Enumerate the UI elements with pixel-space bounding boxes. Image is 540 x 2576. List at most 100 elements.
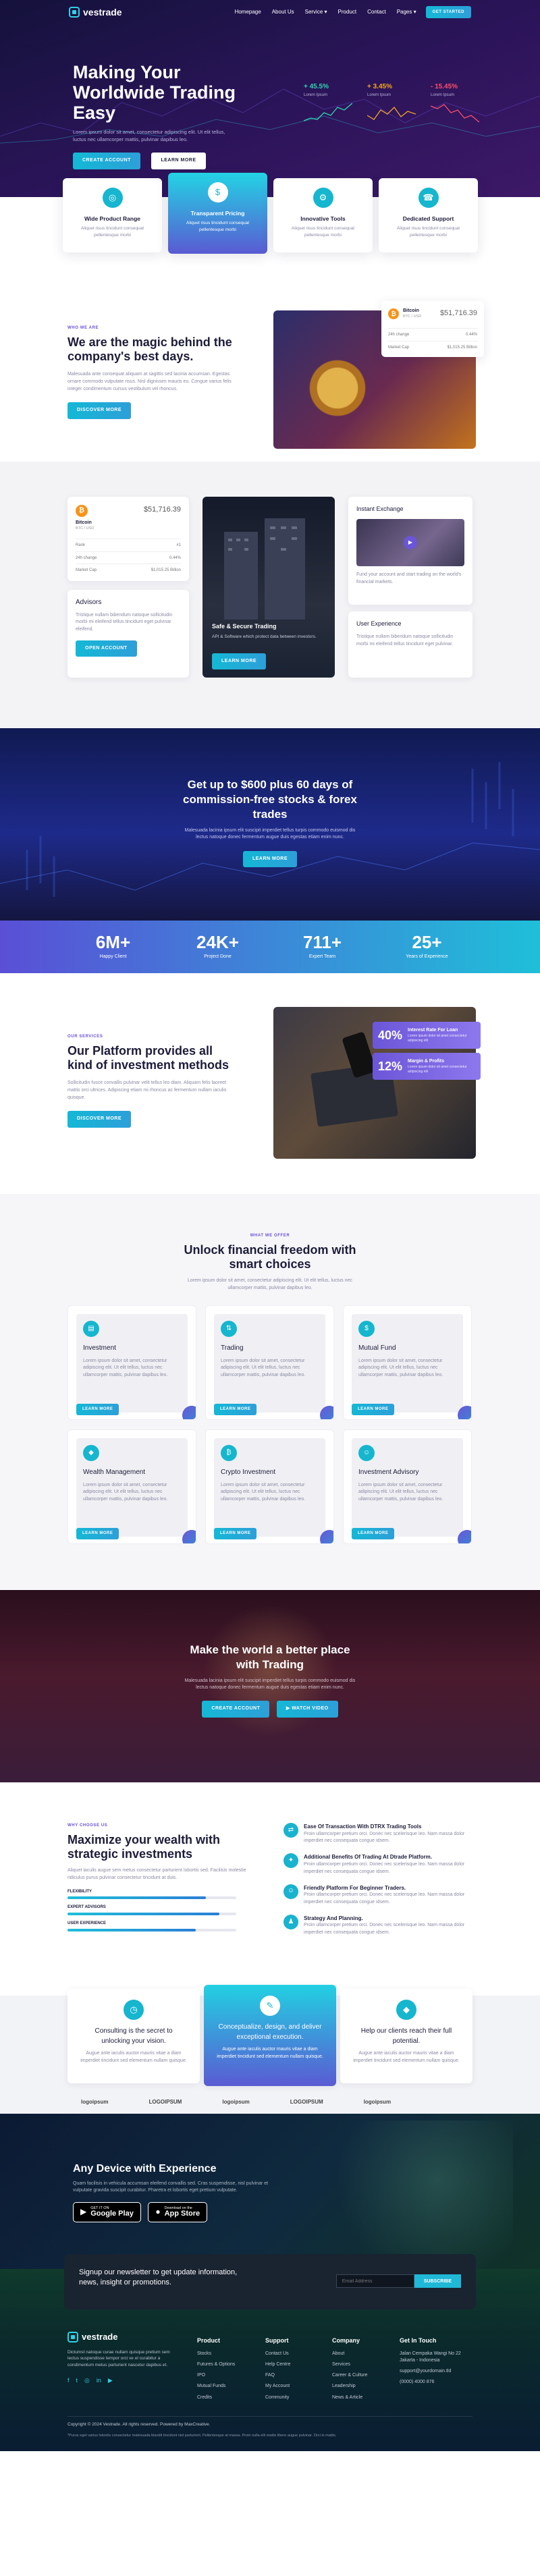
twitter-icon[interactable]: t bbox=[76, 2376, 78, 2385]
google-play-button[interactable]: ▶ GET IT ON Google Play bbox=[73, 2202, 141, 2222]
nav-item-product[interactable]: Product bbox=[338, 8, 357, 16]
footer-link[interactable]: Futures & Options bbox=[197, 2361, 265, 2368]
open-account-button[interactable]: OPEN ACCOUNT bbox=[76, 640, 137, 657]
brand-logo[interactable]: vestrade bbox=[69, 5, 122, 19]
help-card-active[interactable]: ✎ Conceptualize, design, and deliver exce… bbox=[204, 1985, 336, 2086]
nav-item-about[interactable]: About Us bbox=[272, 8, 294, 16]
create-account-button[interactable]: CREATE ACCOUNT bbox=[202, 1701, 270, 1718]
discover-more-button[interactable]: DISCOVER MORE bbox=[68, 402, 132, 419]
benefit-title: Ease Of Transaction With DTRX Trading To… bbox=[304, 1824, 422, 1830]
footer-link[interactable]: FAQ bbox=[265, 2372, 333, 2379]
row-value: 0.44% bbox=[169, 555, 181, 560]
learn-more-button[interactable]: LEARN MORE bbox=[212, 653, 267, 670]
row-value: #1 bbox=[176, 543, 181, 548]
footer-link[interactable]: Credits bbox=[197, 2394, 265, 2401]
row-value: $1,015.25 Billion bbox=[447, 345, 477, 350]
counter-project-done: 24K+ Project Done bbox=[172, 933, 263, 960]
hero-stat: + 3.45% Lorem Ipsum bbox=[367, 82, 416, 130]
bitcoin-coin-graphic bbox=[300, 351, 375, 425]
newsletter-text: Signup our newsletter to get update info… bbox=[79, 2268, 238, 2286]
play-icon[interactable]: ▶ bbox=[404, 536, 417, 550]
wealth-icon: ◆ bbox=[83, 1445, 99, 1461]
instant-exchange-card: Instant Exchange ▶ Fund your account and… bbox=[348, 497, 473, 605]
learn-more-button[interactable]: LEARN MORE bbox=[352, 1528, 395, 1539]
footer-link[interactable]: About bbox=[332, 2351, 400, 2357]
footer-link[interactable]: News & Article bbox=[332, 2394, 400, 2401]
service-card-wealth[interactable]: ◆ Wealth Management Lorem ipsum dolor sit … bbox=[68, 1429, 196, 1544]
help-card[interactable]: ◆ Help our clients reach their full poten… bbox=[340, 1989, 473, 2083]
get-started-button[interactable]: GET STARTED bbox=[425, 5, 471, 19]
trading-icon: ⇅ bbox=[221, 1321, 237, 1337]
nav-item-pages[interactable]: Pages ▾ bbox=[397, 8, 416, 16]
cta-section: Make the world a better place with Tradi… bbox=[0, 1590, 540, 1782]
watch-video-button[interactable]: ▶ WATCH VIDEO bbox=[276, 1701, 338, 1718]
subscribe-button[interactable]: SUBSCRIBE bbox=[414, 2274, 461, 2288]
feature-card[interactable]: ⚙ Innovative Tools Aliquet risus tincidu… bbox=[273, 178, 373, 252]
footer-link[interactable]: My Account bbox=[265, 2383, 333, 2390]
service-card-crypto[interactable]: ₿ Crypto Investment Lorem ipsum dolor sit … bbox=[205, 1429, 334, 1544]
bitcoin-icon: ₿ bbox=[388, 308, 399, 320]
learn-more-button[interactable]: LEARN MORE bbox=[242, 850, 298, 867]
feature-card[interactable]: ◎ Wide Product Range Aliquet risus tinci… bbox=[63, 178, 162, 252]
facebook-icon[interactable]: f bbox=[68, 2376, 70, 2385]
feature-card-active[interactable]: $ Transparent Pricing Aliquet risus tinc… bbox=[168, 173, 267, 254]
learn-more-button[interactable]: LEARN MORE bbox=[76, 1404, 119, 1415]
ux-title: User Experience bbox=[356, 620, 402, 627]
margin-profit-badge: 12% Margin & Profits Lorem ipsum dolor sit… bbox=[373, 1053, 481, 1080]
loan-rate-badge: 40% Interest Rate For Loan Lorem ipsum dol… bbox=[373, 1022, 481, 1049]
learn-more-button[interactable]: LEARN MORE bbox=[352, 1404, 395, 1415]
benefit-item: ♟ Strategy And Planning. Proin ullamcorper… bbox=[284, 1914, 479, 1937]
secure-trading-text: API & Software which protect data betwee… bbox=[212, 634, 317, 639]
footer-link[interactable]: Services bbox=[332, 2361, 400, 2368]
instagram-icon[interactable]: ◎ bbox=[84, 2376, 90, 2385]
service-card-advisory[interactable]: ☺ Investment Advisory Lorem ipsum dolor si… bbox=[343, 1429, 472, 1544]
partner-logo: LOGOIPSUM bbox=[290, 2099, 323, 2105]
badge-subtitle: Lorem ipsum dolor sit amet consectetur a… bbox=[408, 1064, 467, 1074]
chart-icon: ▤ bbox=[83, 1321, 99, 1337]
footer-link[interactable]: Stocks bbox=[197, 2351, 265, 2357]
badge-value: 12% bbox=[378, 1059, 403, 1073]
badge-value: 40% bbox=[378, 1028, 403, 1042]
footer-logo[interactable]: vestrade bbox=[68, 2331, 182, 2344]
youtube-icon[interactable]: ▶ bbox=[108, 2376, 113, 2385]
nav-item-homepage[interactable]: Homepage bbox=[235, 8, 261, 16]
footer-link[interactable]: Mutual Funds bbox=[197, 2383, 265, 2390]
service-card-mutual-fund[interactable]: $ Mutual Fund Lorem ipsum dolor sit amet, … bbox=[343, 1305, 472, 1420]
footer-link[interactable]: Help Centre bbox=[265, 2361, 333, 2368]
partner-logo: logoipsum bbox=[222, 2099, 250, 2105]
bitcoin-icon: ₿ bbox=[76, 505, 88, 517]
email-input[interactable] bbox=[335, 2274, 414, 2288]
exchange-text: Fund your account and start trading on t… bbox=[356, 572, 462, 584]
footer-phone[interactable]: (0000) 4000 876 bbox=[400, 2379, 477, 2386]
learn-more-button[interactable]: LEARN MORE bbox=[214, 1528, 257, 1539]
help-card[interactable]: ◷ Consulting is the secret to unlocking y… bbox=[68, 1989, 200, 2083]
learn-more-button[interactable]: LEARN MORE bbox=[76, 1528, 119, 1539]
nav-item-contact[interactable]: Contact bbox=[367, 8, 386, 16]
service-card-investment[interactable]: ▤ Investment Lorem ipsum dolor sit amet, c… bbox=[68, 1305, 196, 1420]
logo-icon bbox=[69, 6, 80, 18]
footer-email[interactable]: support@yourdomain.tld bbox=[400, 2368, 477, 2375]
footer-link[interactable]: Career & Culture bbox=[332, 2372, 400, 2379]
feature-title: Innovative Tools bbox=[300, 215, 346, 222]
skill-bar-fill bbox=[68, 1928, 196, 1931]
footer-link[interactable]: Community bbox=[265, 2394, 333, 2401]
footer-link[interactable]: Leadership bbox=[332, 2383, 400, 2390]
linkedin-icon[interactable]: in bbox=[97, 2376, 101, 2385]
design-icon: ✎ bbox=[260, 1996, 280, 2016]
crypto-icon: ₿ bbox=[221, 1445, 237, 1461]
app-store-button[interactable]: ● Download on the App Store bbox=[148, 2202, 208, 2222]
learn-more-button[interactable]: LEARN MORE bbox=[214, 1404, 257, 1415]
service-card-trading[interactable]: ⇅ Trading Lorem ipsum dolor sit amet, cons… bbox=[205, 1305, 334, 1420]
row-label: Rank bbox=[76, 543, 86, 548]
video-thumbnail[interactable]: ▶ bbox=[356, 519, 464, 567]
store-name: App Store bbox=[164, 2210, 200, 2218]
discover-more-button[interactable]: DISCOVER MORE bbox=[68, 1111, 132, 1128]
nav-item-service[interactable]: Service ▾ bbox=[305, 8, 327, 16]
services-section: WHAT WE OFFER Unlock financial freedom w… bbox=[0, 1194, 540, 1590]
about-section: WHO WE ARE We are the magic behind the c… bbox=[0, 301, 540, 462]
footer-link[interactable]: IPO bbox=[197, 2372, 265, 2379]
feature-card[interactable]: ☎ Dedicated Support Aliquet risus tincid… bbox=[379, 178, 478, 252]
footer-link[interactable]: Contact Us bbox=[265, 2351, 333, 2357]
hero-stats: + 45.5% Lorem Ipsum + 3.45% Lorem Ipsum … bbox=[303, 82, 480, 130]
corner-decoration bbox=[182, 1530, 196, 1543]
